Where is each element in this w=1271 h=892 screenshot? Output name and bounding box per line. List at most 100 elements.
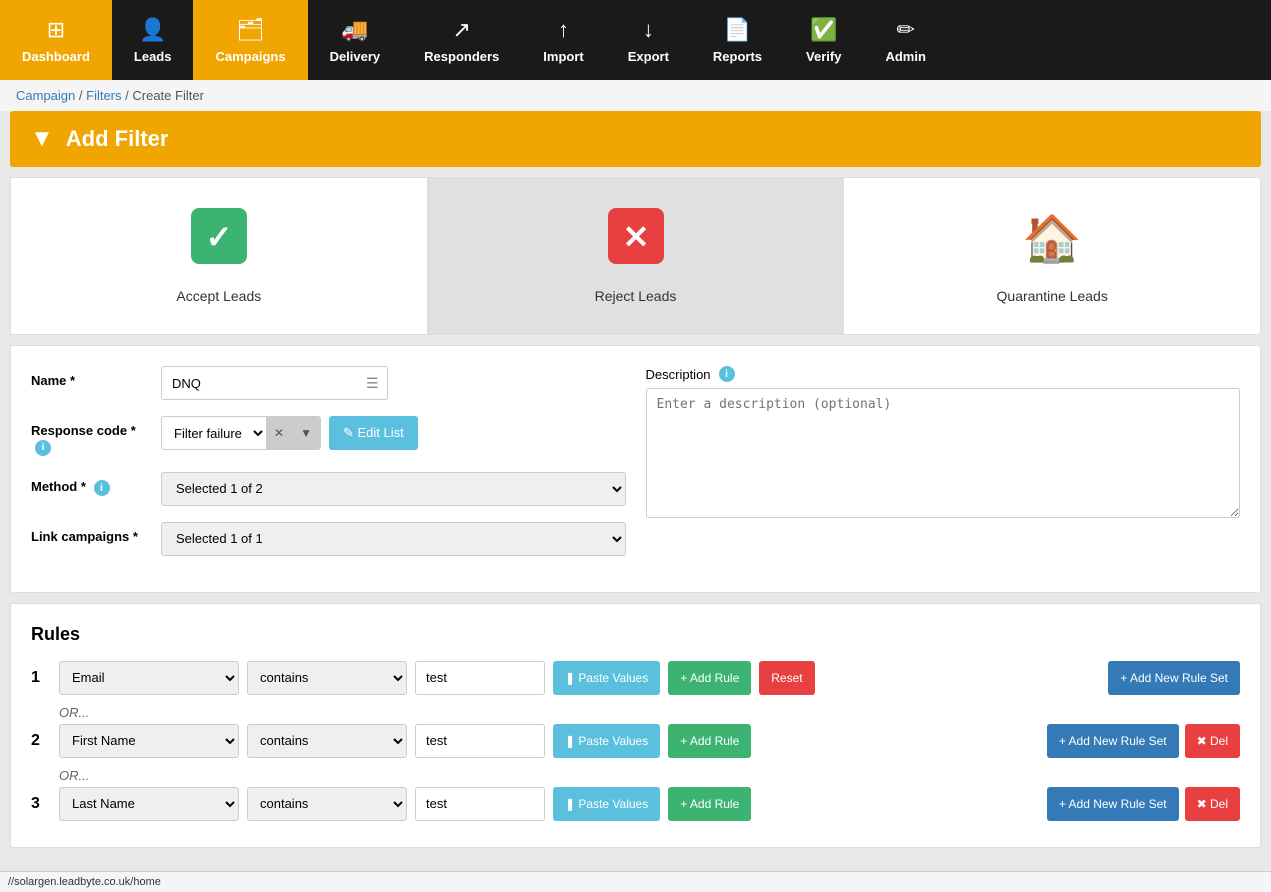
- description-label: Description: [646, 367, 711, 382]
- method-info-icon[interactable]: i: [94, 480, 110, 496]
- quarantine-icon: 🏠: [1024, 208, 1080, 276]
- nav-leads-label: Leads: [134, 49, 172, 64]
- link-campaigns-select[interactable]: Selected 1 of 1: [161, 522, 626, 556]
- nav-leads[interactable]: 👤 Leads: [112, 0, 194, 80]
- status-url: //solargen.leadbyte.co.uk/home: [8, 876, 161, 888]
- rule-3-add-rule-btn[interactable]: + Add Rule: [668, 787, 751, 821]
- filter-icon: ▼: [30, 125, 54, 153]
- nav-reports-label: Reports: [713, 49, 762, 64]
- campaigns-icon: 🗂: [237, 17, 265, 43]
- nav-admin-label: Admin: [885, 49, 925, 64]
- rule-3-field[interactable]: Last Name Email First Name: [59, 787, 239, 821]
- name-row: Name * ☰: [31, 366, 626, 400]
- rule-2-field[interactable]: First Name Email Last Name: [59, 724, 239, 758]
- delivery-icon: 🚚: [341, 17, 368, 43]
- rules-section: Rules 1 Email First Name Last Name conta…: [10, 603, 1261, 848]
- name-label: Name *: [31, 366, 151, 388]
- response-code-label: Response code * i: [31, 416, 151, 456]
- nav-delivery[interactable]: 🚚 Delivery: [308, 0, 403, 80]
- rule-2-add-ruleset-btn[interactable]: + Add New Rule Set: [1047, 724, 1179, 758]
- nav-verify-label: Verify: [806, 49, 841, 64]
- rules-title: Rules: [31, 624, 1240, 645]
- filter-card-accept[interactable]: ✓ Accept Leads: [11, 178, 428, 334]
- method-label: Method * i: [31, 472, 151, 497]
- rule-3-add-ruleset-btn[interactable]: + Add New Rule Set: [1047, 787, 1179, 821]
- rule-number-1: 1: [31, 669, 51, 687]
- breadcrumb-campaign[interactable]: Campaign: [16, 88, 75, 103]
- nav-import[interactable]: ↑ Import: [521, 0, 605, 80]
- rule-row-1: 1 Email First Name Last Name contains eq…: [31, 661, 1240, 695]
- rule-3-value[interactable]: [415, 787, 545, 821]
- quarantine-label: Quarantine Leads: [997, 288, 1108, 304]
- nav-export-label: Export: [628, 49, 669, 64]
- nav-export[interactable]: ↓ Export: [606, 0, 691, 80]
- responders-icon: ↗: [453, 17, 471, 43]
- page-header: ▼ Add Filter: [10, 111, 1261, 167]
- import-icon: ↑: [558, 17, 569, 43]
- or-label-1: OR...: [31, 701, 1240, 724]
- link-campaigns-row: Link campaigns * Selected 1 of 1: [31, 522, 626, 556]
- response-code-select-wrap: Filter failure ✕ ▼: [161, 416, 321, 450]
- rule-1-value[interactable]: [415, 661, 545, 695]
- rule-3-del-btn[interactable]: ✖ Del: [1185, 787, 1240, 821]
- export-icon: ↓: [643, 17, 654, 43]
- nav-import-label: Import: [543, 49, 583, 64]
- svg-text:✕: ✕: [622, 219, 649, 255]
- response-code-dropdown-btn[interactable]: ▼: [292, 417, 320, 449]
- edit-list-button[interactable]: ✎ Edit List: [329, 416, 418, 450]
- reject-icon: ✕: [608, 208, 664, 276]
- rule-3-paste-btn[interactable]: ❚ Paste Values: [553, 787, 660, 821]
- method-select[interactable]: Selected 1 of 2: [161, 472, 626, 506]
- nav-admin[interactable]: ✏ Admin: [863, 0, 947, 80]
- response-code-info-icon[interactable]: i: [35, 440, 51, 456]
- rule-1-add-rule-btn[interactable]: + Add Rule: [668, 661, 751, 695]
- description-textarea[interactable]: [646, 388, 1241, 518]
- name-input-icon: ☰: [358, 375, 387, 392]
- breadcrumb-filters[interactable]: Filters: [86, 88, 121, 103]
- admin-icon: ✏: [896, 17, 914, 43]
- rule-row-2: 2 First Name Email Last Name contains eq…: [31, 724, 1240, 758]
- filter-card-reject[interactable]: ✕ Reject Leads: [428, 178, 845, 334]
- method-row: Method * i Selected 1 of 2: [31, 472, 626, 506]
- response-code-select[interactable]: Filter failure: [162, 417, 266, 449]
- filter-card-quarantine[interactable]: 🏠 Quarantine Leads: [844, 178, 1260, 334]
- verify-icon: ✅: [810, 17, 837, 43]
- nav-dashboard[interactable]: ⊞ Dashboard: [0, 0, 112, 80]
- breadcrumb-current: Create Filter: [132, 88, 204, 103]
- description-section: Description i: [646, 366, 1241, 572]
- name-input-wrap: ☰: [161, 366, 388, 400]
- svg-text:🏠: 🏠: [1024, 214, 1080, 264]
- nav-verify[interactable]: ✅ Verify: [784, 0, 863, 80]
- nav-dashboard-label: Dashboard: [22, 49, 90, 64]
- leads-icon: 👤: [139, 17, 166, 43]
- rule-2-del-btn[interactable]: ✖ Del: [1185, 724, 1240, 758]
- link-campaigns-label: Link campaigns *: [31, 522, 151, 544]
- rule-1-reset-btn[interactable]: Reset: [759, 661, 814, 695]
- rule-2-add-rule-btn[interactable]: + Add Rule: [668, 724, 751, 758]
- dashboard-icon: ⊞: [47, 17, 65, 43]
- rule-3-condition[interactable]: contains equals: [247, 787, 407, 821]
- accept-icon: ✓: [191, 208, 247, 276]
- nav-campaigns[interactable]: 🗂 Campaigns: [193, 0, 307, 80]
- rule-1-condition[interactable]: contains equals starts with: [247, 661, 407, 695]
- name-input[interactable]: [162, 367, 358, 399]
- rule-number-2: 2: [31, 732, 51, 750]
- nav-campaigns-label: Campaigns: [215, 49, 285, 64]
- rule-row-3: 3 Last Name Email First Name contains eq…: [31, 787, 1240, 821]
- svg-text:✓: ✓: [205, 219, 232, 255]
- or-label-2: OR...: [31, 764, 1240, 787]
- rule-1-paste-btn[interactable]: ❚ Paste Values: [553, 661, 660, 695]
- response-code-row: Response code * i Filter failure ✕ ▼ ✎ E…: [31, 416, 626, 456]
- rule-2-value[interactable]: [415, 724, 545, 758]
- reject-label: Reject Leads: [595, 288, 677, 304]
- response-code-clear-btn[interactable]: ✕: [266, 417, 292, 449]
- nav-responders[interactable]: ↗ Responders: [402, 0, 521, 80]
- reports-icon: 📄: [724, 17, 751, 43]
- nav-reports[interactable]: 📄 Reports: [691, 0, 784, 80]
- rule-1-add-ruleset-btn[interactable]: + Add New Rule Set: [1108, 661, 1240, 695]
- rule-2-paste-btn[interactable]: ❚ Paste Values: [553, 724, 660, 758]
- rule-2-condition[interactable]: contains equals: [247, 724, 407, 758]
- description-info-icon[interactable]: i: [719, 366, 735, 382]
- status-bar: //solargen.leadbyte.co.uk/home: [0, 871, 1271, 892]
- rule-1-field[interactable]: Email First Name Last Name: [59, 661, 239, 695]
